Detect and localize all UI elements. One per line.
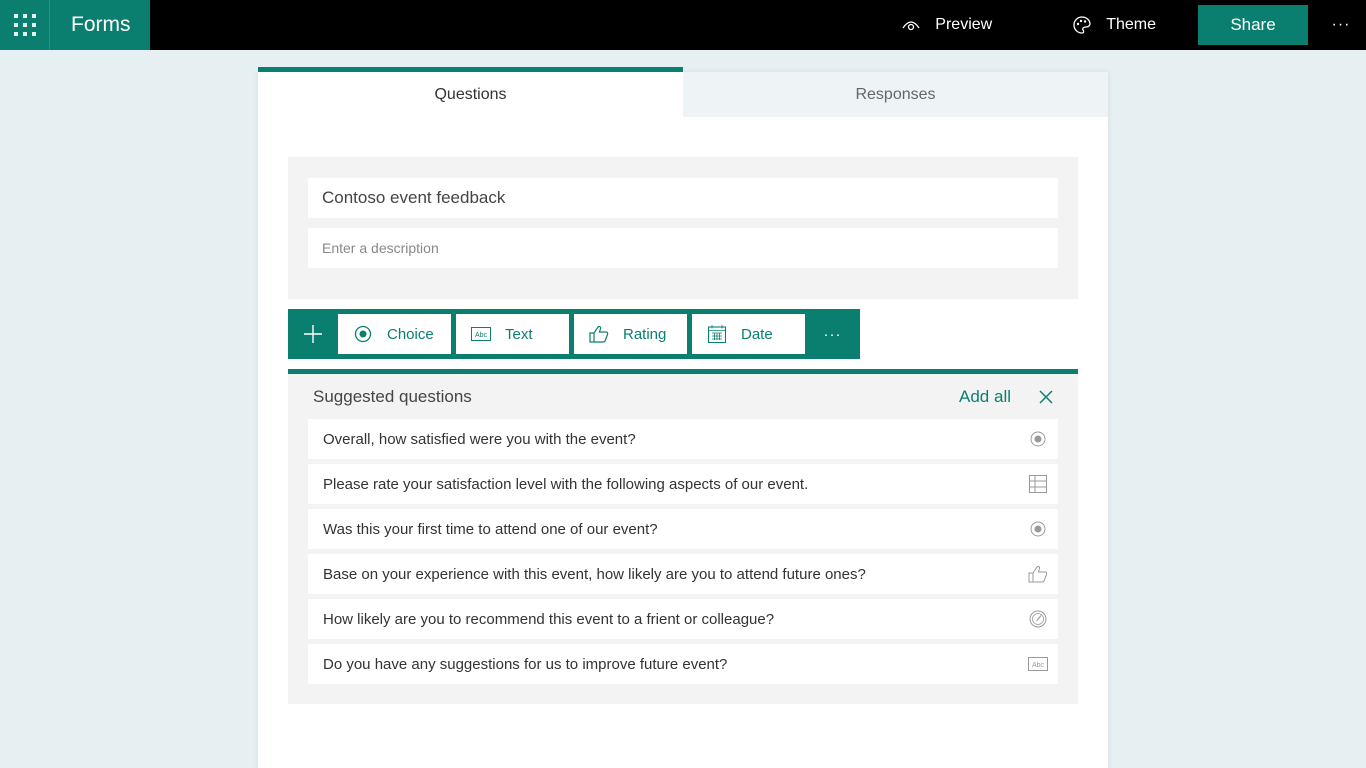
- suggested-item[interactable]: How likely are you to recommend this eve…: [308, 599, 1058, 639]
- tab-responses[interactable]: Responses: [683, 72, 1108, 117]
- suggested-question-text: Base on your experience with this event,…: [323, 565, 866, 583]
- form-editor-card: Questions Responses Contoso event feedba…: [258, 67, 1108, 768]
- add-all-button[interactable]: Add all: [959, 387, 1011, 407]
- suggested-item[interactable]: Overall, how satisfied were you with the…: [308, 419, 1058, 459]
- date-label: Date: [741, 325, 773, 343]
- top-actions: Preview Theme Share ···: [901, 0, 1366, 50]
- suggested-question-text: Overall, how satisfied were you with the…: [323, 430, 636, 448]
- suggested-header: Suggested questions Add all: [288, 374, 1078, 419]
- text-label: Text: [505, 325, 533, 343]
- close-icon: [1039, 389, 1053, 404]
- suggested-question-text: How likely are you to recommend this eve…: [323, 610, 775, 628]
- theme-label: Theme: [1106, 16, 1156, 33]
- abc-icon: Abc: [471, 327, 491, 341]
- radio-icon: [353, 325, 373, 343]
- choice-label: Choice: [387, 325, 434, 343]
- preview-button[interactable]: Preview: [901, 0, 992, 50]
- suggested-list: Overall, how satisfied were you with the…: [288, 419, 1078, 684]
- suggested-item[interactable]: Base on your experience with this event,…: [308, 554, 1058, 594]
- rating-label: Rating: [623, 325, 667, 343]
- eye-icon: [901, 18, 921, 32]
- suggested-question-text: Was this your first time to attend one o…: [323, 520, 658, 538]
- share-button[interactable]: Share: [1198, 5, 1308, 45]
- thumbs-up-icon: [589, 325, 609, 343]
- date-type-button[interactable]: Date: [692, 314, 805, 354]
- radio-icon: [1028, 429, 1048, 449]
- suggested-item[interactable]: Please rate your satisfaction level with…: [308, 464, 1058, 504]
- palette-icon: [1072, 15, 1092, 35]
- suggested-question-text: Please rate your satisfaction level with…: [323, 475, 809, 493]
- tab-bar: Questions Responses: [258, 67, 1108, 117]
- preview-label: Preview: [935, 16, 993, 33]
- abc-icon: Abc: [1028, 654, 1048, 674]
- form-description-input[interactable]: Enter a description: [308, 228, 1058, 268]
- question-type-toolbar: Choice Abc Text Rating Date ···: [288, 309, 860, 359]
- grid-icon: [1028, 474, 1048, 494]
- theme-button[interactable]: Theme: [1072, 0, 1156, 50]
- more-question-types-button[interactable]: ···: [810, 309, 855, 359]
- more-options-button[interactable]: ···: [1324, 5, 1358, 45]
- app-launcher-button[interactable]: [0, 0, 50, 50]
- form-title-input[interactable]: Contoso event feedback: [308, 178, 1058, 218]
- text-type-button[interactable]: Abc Text: [456, 314, 569, 354]
- tab-questions[interactable]: Questions: [258, 67, 683, 117]
- top-bar: Forms Preview Theme Share ···: [0, 0, 1366, 50]
- plus-icon: [304, 325, 322, 343]
- add-question-button[interactable]: [288, 309, 338, 359]
- gauge-icon: [1028, 609, 1048, 629]
- rating-type-button[interactable]: Rating: [574, 314, 687, 354]
- suggested-title: Suggested questions: [313, 386, 472, 406]
- suggested-item[interactable]: Was this your first time to attend one o…: [308, 509, 1058, 549]
- svg-text:Abc: Abc: [475, 332, 488, 339]
- suggested-question-text: Do you have any suggestions for us to im…: [323, 655, 728, 673]
- suggested-questions-panel: Suggested questions Add all Overall, how…: [288, 369, 1078, 704]
- close-suggestions-button[interactable]: [1039, 389, 1053, 404]
- suggested-item[interactable]: Do you have any suggestions for us to im…: [308, 644, 1058, 684]
- thumbs-up-icon: [1028, 564, 1048, 584]
- svg-text:Abc: Abc: [1032, 662, 1045, 669]
- choice-type-button[interactable]: Choice: [338, 314, 451, 354]
- app-title[interactable]: Forms: [50, 0, 150, 50]
- form-header: Contoso event feedback Enter a descripti…: [288, 157, 1078, 299]
- calendar-icon: [707, 325, 727, 343]
- app-launcher-icon: [13, 14, 36, 36]
- radio-icon: [1028, 519, 1048, 539]
